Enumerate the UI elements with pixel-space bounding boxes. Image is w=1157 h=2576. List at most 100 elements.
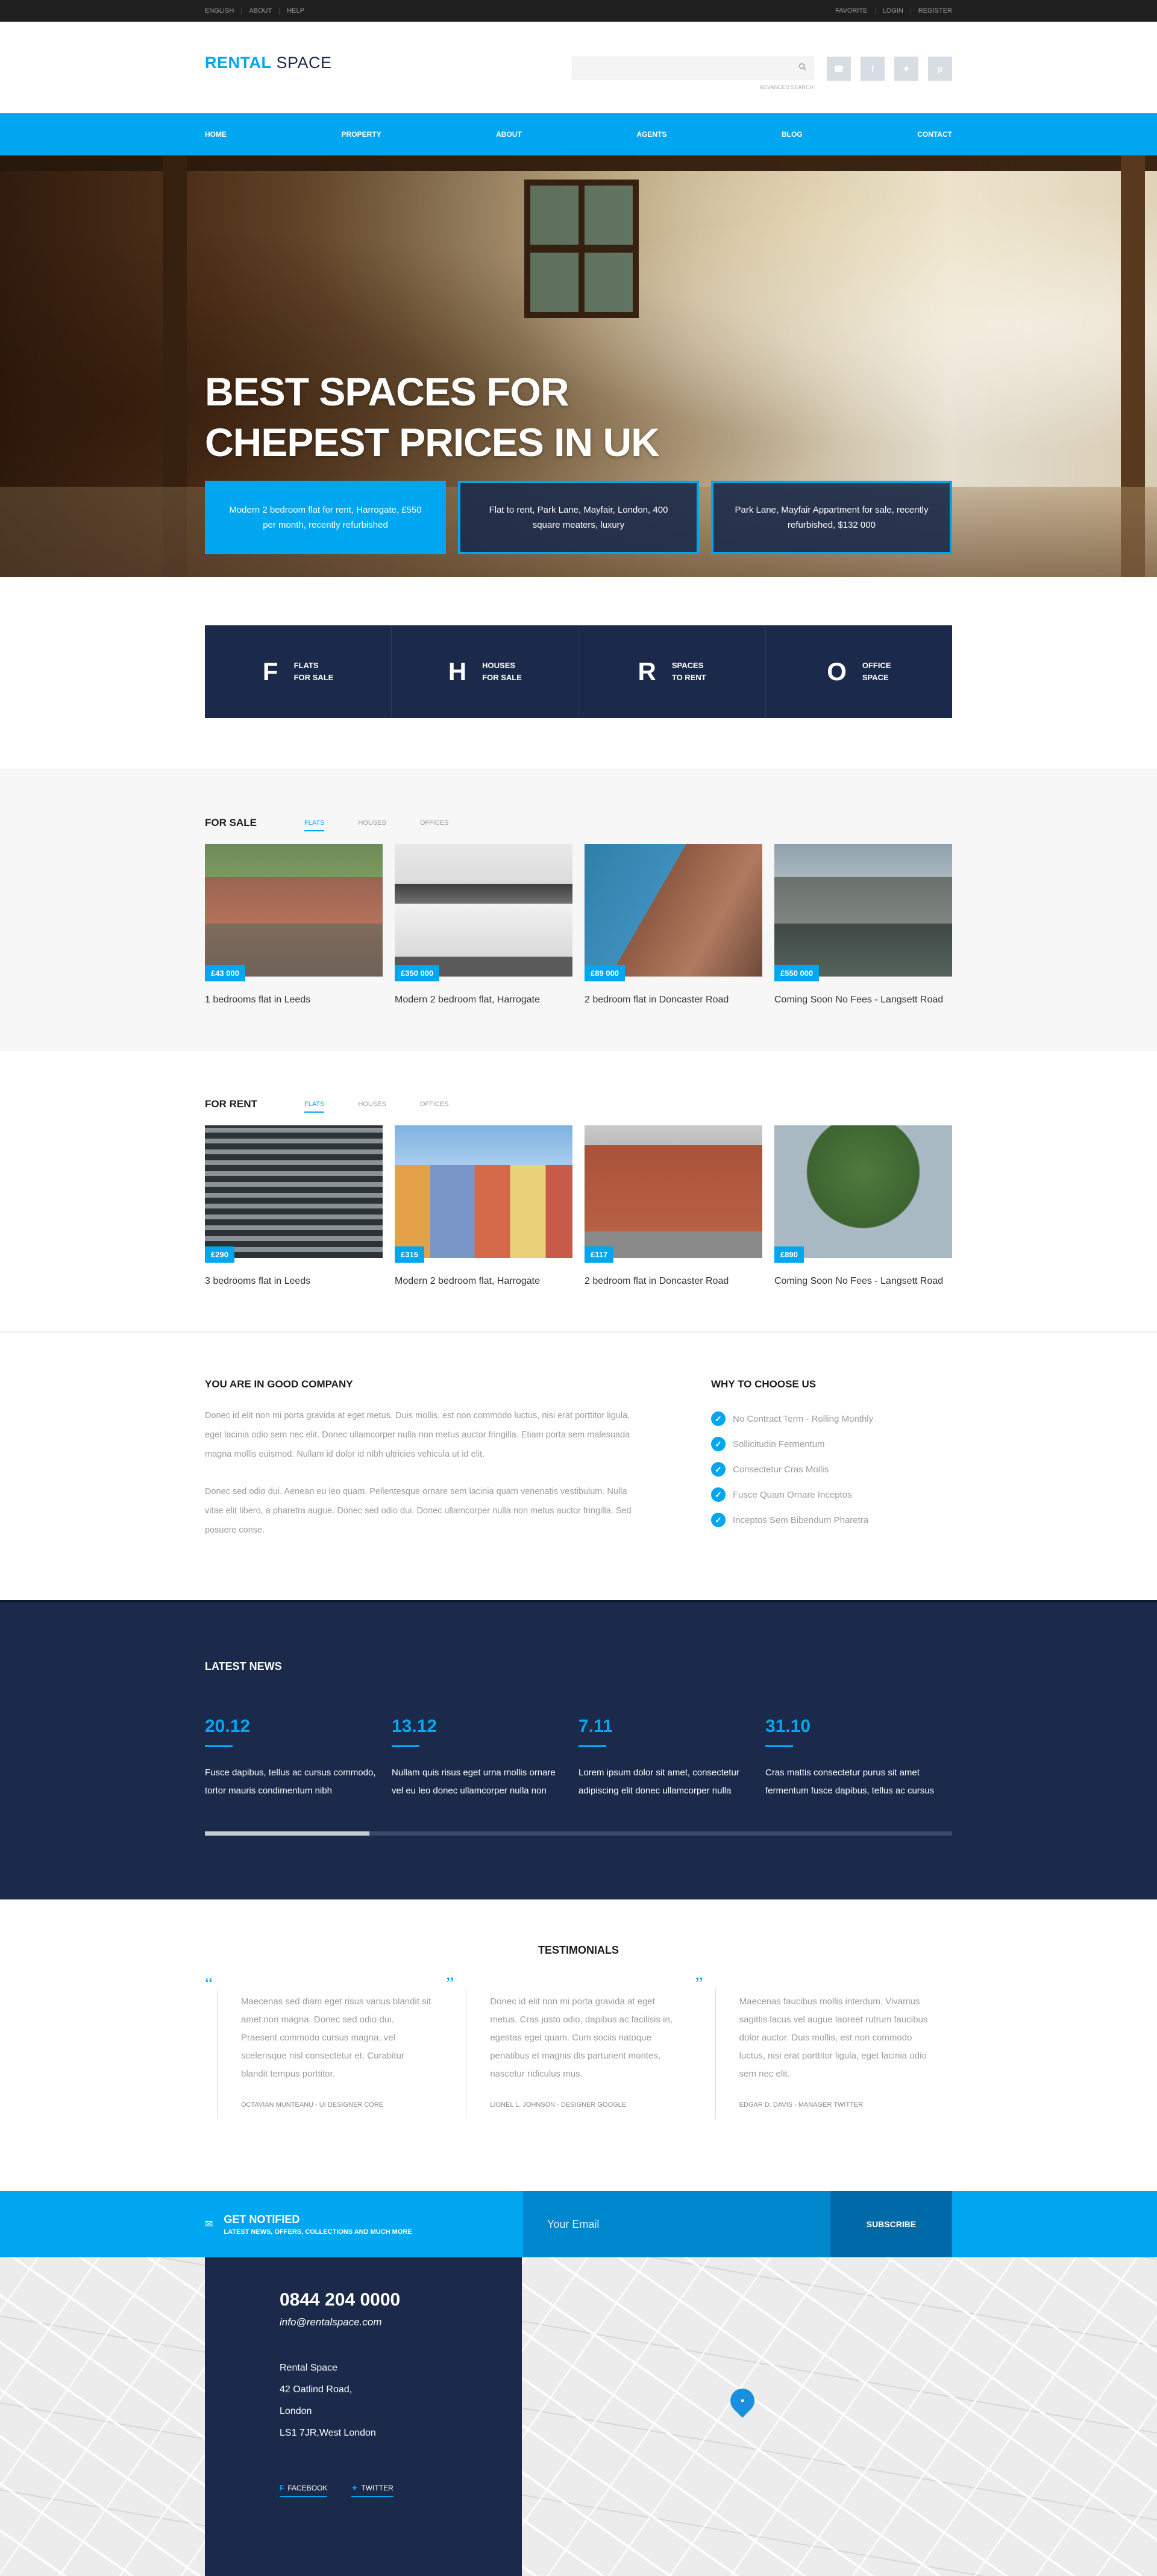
nav-contact[interactable]: CONTACT	[917, 130, 952, 139]
property-image[interactable]: £43 000	[205, 844, 383, 981]
category-label-line1: SPACES	[671, 661, 704, 670]
property-card[interactable]: £117 2 bedroom flat in Doncaster Road	[585, 1125, 762, 1287]
testimonial-author: OCTAVIAN MUNTEANU - UI DESIGNER CORE	[241, 2101, 384, 2109]
property-image[interactable]: £117	[585, 1125, 762, 1263]
tab-flats[interactable]: FLATS	[304, 819, 325, 831]
address-line: 42 Oatlind Road,	[280, 2384, 353, 2395]
site-logo[interactable]: RENTAL SPACE	[205, 54, 332, 72]
nav-blog[interactable]: BLOG	[782, 130, 803, 139]
property-caption[interactable]: Modern 2 bedroom flat, Harrogate	[395, 1276, 572, 1287]
email-input[interactable]: Your Email	[523, 2191, 830, 2257]
property-caption[interactable]: Coming Soon No Fees - Langsett Road	[774, 1276, 952, 1287]
category-houses-for-sale[interactable]: H HOUSES FOR SALE	[392, 625, 579, 718]
contact-panel: 0844 204 0000 info@rentalspace.com Renta…	[205, 2257, 522, 2576]
for-sale-section: FOR SALE FLATS HOUSES OFFICES £43 000 1 …	[0, 769, 1157, 1051]
news-date: 20.12	[205, 1716, 392, 1747]
news-text[interactable]: Fusce dapibus, tellus ac cursus commodo,…	[205, 1764, 383, 1800]
tab-offices[interactable]: OFFICES	[420, 1101, 449, 1108]
property-caption[interactable]: 2 bedroom flat in Doncaster Road	[585, 995, 762, 1005]
twitter-label: TWITTER	[361, 2484, 394, 2492]
top-link-about[interactable]: ABOUT	[242, 7, 280, 14]
address-line: LS1 7JR,West London	[280, 2428, 376, 2438]
property-card[interactable]: £315 Modern 2 bedroom flat, Harrogate	[395, 1125, 572, 1287]
facebook-icon[interactable]: f	[861, 57, 885, 81]
search-icon[interactable]	[798, 63, 807, 71]
news-item[interactable]: 13.12 Nullam quis risus eget urna mollis…	[392, 1716, 578, 1800]
twitter-link[interactable]: ✦ TWITTER	[351, 2484, 394, 2497]
news-scrollbar[interactable]	[205, 1831, 952, 1836]
map-background[interactable]	[0, 2257, 1157, 2576]
advanced-search-link[interactable]: ADVANCED SEARCH	[572, 84, 814, 90]
property-caption[interactable]: Modern 2 bedroom flat, Harrogate	[395, 995, 572, 1005]
price-badge: £550 000	[774, 965, 820, 981]
property-card[interactable]: £43 000 1 bedrooms flat in Leeds	[205, 844, 383, 1005]
nav-property[interactable]: PROPERTY	[342, 130, 381, 139]
tab-offices[interactable]: OFFICES	[420, 819, 449, 827]
news-text[interactable]: Cras mattis consectetur purus sit amet f…	[765, 1764, 943, 1800]
news-scrollbar-thumb[interactable]	[205, 1831, 369, 1836]
for-rent-header: FOR RENT FLATS HOUSES OFFICES	[205, 1095, 952, 1113]
news-item[interactable]: 31.10 Cras mattis consectetur purus sit …	[765, 1716, 952, 1800]
site-header: RENTAL SPACE ADVANCED SEARCH ☎ f ✦ p	[0, 22, 1157, 113]
category-spaces-to-rent[interactable]: R SPACES TO RENT	[579, 625, 766, 718]
top-link-login[interactable]: LOGIN	[876, 7, 911, 14]
facebook-link[interactable]: f FACEBOOK	[280, 2484, 328, 2497]
tab-houses[interactable]: HOUSES	[358, 819, 386, 827]
search-input[interactable]	[572, 57, 814, 80]
hero-banner: BEST SPACES FOR CHEPEST PRICES IN UK Mod…	[0, 155, 1157, 577]
why-item-label: Fusce Quam Ornare Inceptos	[733, 1489, 852, 1500]
nav-home[interactable]: HOME	[205, 130, 227, 139]
property-caption[interactable]: Coming Soon No Fees - Langsett Road	[774, 995, 952, 1005]
top-link-register[interactable]: REGISTER	[911, 7, 952, 14]
subscribe-button[interactable]: SUBSCRIBE	[830, 2191, 952, 2257]
twitter-icon[interactable]: ✦	[894, 57, 918, 81]
tab-houses[interactable]: HOUSES	[358, 1101, 386, 1108]
property-card[interactable]: £890 Coming Soon No Fees - Langsett Road	[774, 1125, 952, 1287]
price-badge: £290	[205, 1246, 234, 1263]
testimonial: Maecenas faucibus mollis interdum. Vivam…	[703, 1977, 952, 2119]
price-badge: £89 000	[585, 965, 625, 981]
newsletter-intro: ✉ GET NOTIFIED LATEST NEWS, OFFERS, COLL…	[205, 2191, 523, 2257]
testimonials-list: “ ” Maecenas sed diam eget risus varius …	[205, 1974, 952, 2119]
category-office-space[interactable]: O OFFICE SPACE	[766, 625, 952, 718]
category-label-line1: FLATS	[293, 661, 319, 670]
property-card[interactable]: £89 000 2 bedroom flat in Doncaster Road	[585, 844, 762, 1005]
top-links-right: FAVORITE LOGIN REGISTER	[835, 7, 952, 14]
why-choose-block: WHY TO CHOOSE US ✓ No Contract Term - Rol…	[711, 1378, 873, 1558]
property-image[interactable]: £550 000	[774, 844, 952, 981]
nav-about[interactable]: ABOUT	[496, 130, 522, 139]
property-card[interactable]: £350 000 Modern 2 bedroom flat, Harrogat…	[395, 844, 572, 1005]
hero-card[interactable]: Modern 2 bedroom flat for rent, Harrogat…	[205, 481, 446, 554]
nav-agents[interactable]: AGENTS	[636, 130, 666, 139]
property-card[interactable]: £290 3 bedrooms flat in Leeds	[205, 1125, 383, 1287]
property-caption[interactable]: 1 bedrooms flat in Leeds	[205, 995, 383, 1005]
news-item[interactable]: 7.11 Lorem ipsum dolor sit amet, consect…	[578, 1716, 765, 1800]
top-link-english[interactable]: ENGLISH	[205, 7, 242, 14]
property-image[interactable]: £89 000	[585, 844, 762, 981]
why-item-label: Sollicitudin Fermentum	[733, 1439, 825, 1449]
category-label-line1: OFFICE	[862, 661, 891, 670]
contact-phone[interactable]: 0844 204 0000	[280, 2290, 522, 2310]
property-caption[interactable]: 2 bedroom flat in Doncaster Road	[585, 1276, 762, 1287]
category-flats-for-sale[interactable]: F FLATS FOR SALE	[205, 625, 392, 718]
news-text[interactable]: Nullam quis risus eget urna mollis ornar…	[392, 1764, 569, 1800]
tab-flats[interactable]: FLATS	[304, 1101, 325, 1113]
property-image[interactable]: £315	[395, 1125, 572, 1263]
contact-email[interactable]: info@rentalspace.com	[280, 2316, 522, 2328]
hero-card[interactable]: Flat to rent, Park Lane, Mayfair, London…	[458, 481, 699, 554]
news-text[interactable]: Lorem ipsum dolor sit amet, consectetur …	[578, 1764, 756, 1800]
property-image[interactable]: £890	[774, 1125, 952, 1263]
phone-icon[interactable]: ☎	[827, 57, 851, 81]
top-link-favorite[interactable]: FAVORITE	[835, 7, 876, 14]
news-item[interactable]: 20.12 Fusce dapibus, tellus ac cursus co…	[205, 1716, 392, 1800]
category-label-line2: TO RENT	[671, 673, 706, 682]
property-image[interactable]: £290	[205, 1125, 383, 1263]
property-card[interactable]: £550 000 Coming Soon No Fees - Langsett …	[774, 844, 952, 1005]
property-image[interactable]: £350 000	[395, 844, 572, 981]
property-caption[interactable]: 3 bedrooms flat in Leeds	[205, 1276, 383, 1287]
top-link-help[interactable]: HELP	[280, 7, 312, 14]
footer-map-section: 0844 204 0000 info@rentalspace.com Renta…	[0, 2257, 1157, 2576]
hero-card[interactable]: Park Lane, Mayfair Appartment for sale, …	[711, 481, 952, 554]
pinterest-icon[interactable]: p	[928, 57, 952, 81]
hero-title-line2: CHEPEST PRICES IN UK	[205, 420, 660, 464]
